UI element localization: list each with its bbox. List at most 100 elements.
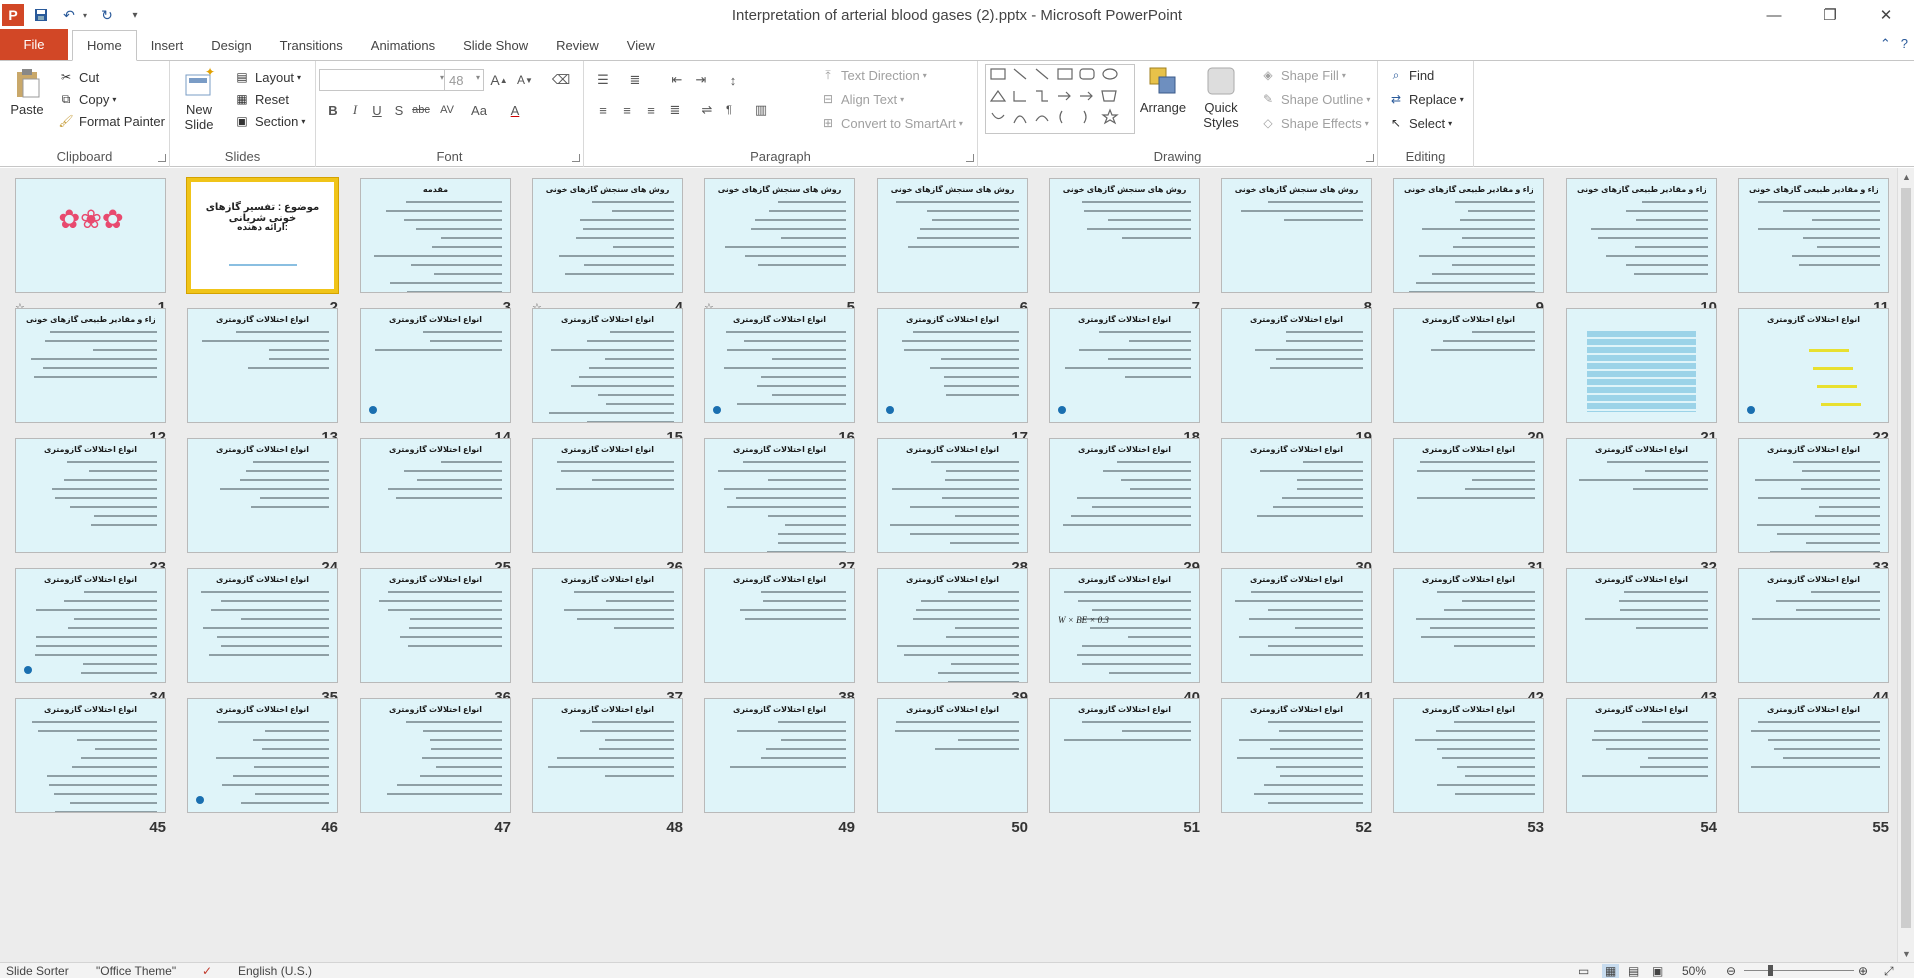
restore-button[interactable]: ❐	[1802, 0, 1858, 30]
font-size-box[interactable]: 48 ▾	[444, 69, 484, 91]
slide-thumbnail-32[interactable]: انواع اختلالات گازومتری	[1566, 438, 1717, 553]
quick-styles-button[interactable]: Quick Styles	[1198, 65, 1244, 130]
slide-thumbnail-31[interactable]: انواع اختلالات گازومتری	[1393, 438, 1544, 553]
slide-show-view-icon[interactable]: ▣	[1652, 964, 1663, 978]
clear-formatting-icon[interactable]: ⌫	[552, 71, 570, 89]
slide-thumbnail-38[interactable]: انواع اختلالات گازومتری	[704, 568, 855, 683]
slide-thumbnail-6[interactable]: روش های سنجش گازهای خونی	[877, 178, 1028, 293]
slide-thumbnail-55[interactable]: انواع اختلالات گازومتری	[1738, 698, 1889, 813]
line-spacing-icon[interactable]: ↕	[724, 71, 742, 89]
columns-icon[interactable]: ▥	[752, 101, 770, 119]
shape-fill-button[interactable]: ◈ Shape Fill ▾	[1260, 67, 1345, 83]
align-right-icon[interactable]: ≡	[642, 101, 660, 119]
zoom-slider[interactable]	[1744, 970, 1854, 971]
slide-thumbnail-22[interactable]: انواع اختلالات گازومتری	[1738, 308, 1889, 423]
align-left-icon[interactable]: ≡	[594, 101, 612, 119]
strikethrough-icon[interactable]: abc	[412, 101, 430, 119]
select-button[interactable]: ↖ Select ▾	[1388, 115, 1452, 131]
shrink-font-icon[interactable]: A ▼	[516, 71, 534, 89]
shadow-icon[interactable]: S	[390, 101, 408, 119]
slide-thumbnail-9[interactable]: اجزاء و مقادیر طبیعی گازهای خونی	[1393, 178, 1544, 293]
paste-button[interactable]: Paste	[6, 67, 48, 117]
copy-button[interactable]: ⧉ Copy ▾	[58, 91, 117, 107]
grow-font-icon[interactable]: A ▲	[490, 71, 508, 89]
character-spacing-icon[interactable]: AV	[438, 101, 456, 119]
slide-thumbnail-3[interactable]: مقدمه	[360, 178, 511, 293]
vertical-scrollbar[interactable]: ▲ ▼	[1897, 168, 1914, 962]
slide-thumbnail-51[interactable]: انواع اختلالات گازومتری	[1049, 698, 1200, 813]
font-color-icon[interactable]: A	[506, 101, 524, 119]
layout-button[interactable]: ▤ Layout ▾	[234, 69, 301, 85]
paragraph-launcher-icon[interactable]	[966, 154, 974, 162]
minimize-ribbon-icon[interactable]: ⌃	[1880, 36, 1891, 52]
right-to-left-icon[interactable]: ¶	[720, 101, 738, 119]
format-painter-button[interactable]: 🖌 Format Painter	[58, 113, 165, 129]
text-direction-button[interactable]: ⤒ Text Direction ▾	[820, 67, 926, 83]
fit-to-window-icon[interactable]: ⤢	[1884, 964, 1894, 979]
shape-outline-button[interactable]: ✎ Shape Outline ▾	[1260, 91, 1370, 107]
slide-thumbnail-10[interactable]: اجزاء و مقادیر طبیعی گازهای خونی	[1566, 178, 1717, 293]
slide-thumbnail-27[interactable]: انواع اختلالات گازومتری	[704, 438, 855, 553]
slide-thumbnail-11[interactable]: اجزاء و مقادیر طبیعی گازهای خونی	[1738, 178, 1889, 293]
slide-thumbnail-25[interactable]: انواع اختلالات گازومتری	[360, 438, 511, 553]
zoom-level[interactable]: 50%	[1682, 964, 1706, 978]
slide-thumbnail-43[interactable]: انواع اختلالات گازومتری	[1566, 568, 1717, 683]
arrange-button[interactable]: Arrange	[1138, 65, 1188, 115]
slide-thumbnail-36[interactable]: انواع اختلالات گازومتری	[360, 568, 511, 683]
zoom-in-icon[interactable]: ⊕	[1858, 964, 1868, 978]
zoom-slider-thumb[interactable]	[1768, 965, 1773, 976]
slide-thumbnail-19[interactable]: انواع اختلالات گازومتری	[1221, 308, 1372, 423]
bold-icon[interactable]: B	[324, 101, 342, 119]
font-launcher-icon[interactable]	[572, 154, 580, 162]
slide-thumbnail-1[interactable]: ✿❀✿	[15, 178, 166, 293]
slide-thumbnail-7[interactable]: روش های سنجش گازهای خونی	[1049, 178, 1200, 293]
slide-thumbnail-35[interactable]: انواع اختلالات گازومتری	[187, 568, 338, 683]
scroll-thumb[interactable]	[1901, 188, 1911, 928]
slide-thumbnail-49[interactable]: انواع اختلالات گازومتری	[704, 698, 855, 813]
underline-icon[interactable]: U	[368, 101, 386, 119]
slide-thumbnail-52[interactable]: انواع اختلالات گازومتری	[1221, 698, 1372, 813]
language-indicator[interactable]: English (U.S.)	[238, 964, 312, 978]
slide-thumbnail-45[interactable]: انواع اختلالات گازومتری	[15, 698, 166, 813]
new-slide-button[interactable]: ✦ New Slide	[178, 67, 220, 132]
normal-view-icon[interactable]: ▭	[1578, 964, 1589, 978]
slide-thumbnail-14[interactable]: انواع اختلالات گازومتری	[360, 308, 511, 423]
slide-thumbnail-47[interactable]: انواع اختلالات گازومتری	[360, 698, 511, 813]
align-text-button[interactable]: ⊟ Align Text ▾	[820, 91, 904, 107]
tab-view[interactable]: View	[613, 31, 669, 60]
slide-thumbnail-2[interactable]: موضوع : تفسیر گازهای خونی شریانی ارائه ده…	[186, 177, 339, 294]
font-name-box[interactable]: ▾	[319, 69, 449, 91]
increase-indent-icon[interactable]: ⇥	[692, 71, 710, 89]
help-icon[interactable]: ?	[1901, 36, 1908, 52]
minimize-button[interactable]: —	[1746, 0, 1802, 30]
slide-sorter-view-icon[interactable]: ▦	[1602, 964, 1620, 978]
slide-thumbnail-12[interactable]: اجزاء و مقادیر طبیعی گازهای خونی	[15, 308, 166, 423]
slide-thumbnail-44[interactable]: انواع اختلالات گازومتری	[1738, 568, 1889, 683]
slide-thumbnail-5[interactable]: روش های سنجش گازهای خونی	[704, 178, 855, 293]
slide-thumbnail-33[interactable]: انواع اختلالات گازومتری	[1738, 438, 1889, 553]
close-button[interactable]: ✕	[1858, 0, 1914, 30]
slide-thumbnail-15[interactable]: انواع اختلالات گازومتری	[532, 308, 683, 423]
italic-icon[interactable]: I	[346, 101, 364, 119]
tab-review[interactable]: Review	[542, 31, 613, 60]
slide-thumbnail-40[interactable]: انواع اختلالات گازومتری W × BE × 0.3	[1049, 568, 1200, 683]
slide-thumbnail-8[interactable]: روش های سنجش گازهای خونی	[1221, 178, 1372, 293]
slide-sorter[interactable]: ✿❀✿1☆موضوع : تفسیر گازهای خونی شریانیارا…	[0, 168, 1914, 962]
slide-thumbnail-39[interactable]: انواع اختلالات گازومتری	[877, 568, 1028, 683]
justify-icon[interactable]: ≣	[666, 101, 684, 119]
slide-thumbnail-42[interactable]: انواع اختلالات گازومتری	[1393, 568, 1544, 683]
slide-thumbnail-30[interactable]: انواع اختلالات گازومتری	[1221, 438, 1372, 553]
slide-thumbnail-21[interactable]	[1566, 308, 1717, 423]
slide-thumbnail-50[interactable]: انواع اختلالات گازومتری	[877, 698, 1028, 813]
find-button[interactable]: ⌕ Find	[1388, 67, 1435, 83]
distributed-icon[interactable]: ⇌	[698, 101, 716, 119]
cut-button[interactable]: ✂ Cut	[58, 69, 99, 85]
tab-animations[interactable]: Animations	[357, 31, 449, 60]
slide-thumbnail-18[interactable]: انواع اختلالات گازومتری	[1049, 308, 1200, 423]
numbering-icon[interactable]: ≣	[626, 71, 644, 89]
slide-thumbnail-4[interactable]: روش های سنجش گازهای خونی	[532, 178, 683, 293]
change-case-icon[interactable]: Aa	[470, 101, 488, 119]
bullets-icon[interactable]: ☰	[594, 71, 612, 89]
slide-thumbnail-16[interactable]: انواع اختلالات گازومتری	[704, 308, 855, 423]
spelling-check-icon[interactable]: ✓	[202, 964, 212, 978]
